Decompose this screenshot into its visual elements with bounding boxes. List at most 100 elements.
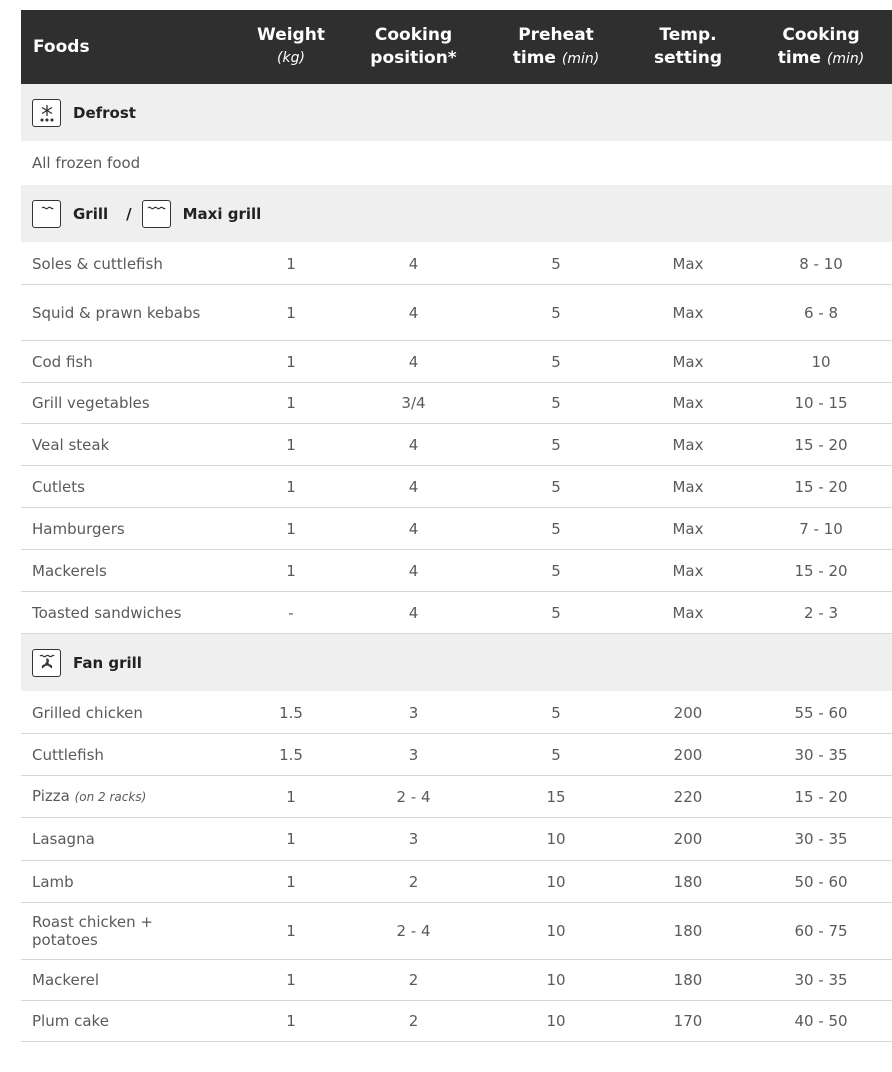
weight-cell-text: 1 (286, 303, 296, 322)
food-cell-text: Cod fish (32, 352, 93, 371)
time-cell-text: 15 - 20 (794, 477, 848, 496)
temp-cell-text: 180 (673, 971, 703, 989)
preheat-cell-text: 10 (546, 830, 566, 848)
position-cell: 2 (341, 971, 486, 989)
food-cell-text: Lamb (32, 872, 74, 891)
position-cell-text: 3 (408, 745, 419, 764)
weight-cell-text: 1 (286, 872, 296, 891)
time-cell: 30 - 35 (750, 830, 892, 848)
weight-cell: 1.5 (241, 746, 341, 764)
food-cell: Roast chicken + potatoes (21, 913, 241, 949)
preheat-cell: 5 (486, 304, 626, 322)
preheat-cell-text: 5 (551, 603, 561, 622)
position-cell: 4 (341, 436, 486, 454)
weight-cell: 1 (241, 830, 341, 848)
weight-cell-text: 1 (286, 830, 296, 848)
header-temp: Temp. setting (626, 24, 750, 70)
position-cell-text: 4 (408, 352, 419, 371)
weight-cell-text: - (288, 603, 294, 622)
position-cell-text: 4 (408, 254, 419, 273)
section-fan-grill: Fan grill (21, 634, 892, 692)
temp-cell-text: 200 (673, 745, 703, 764)
temp-cell: Max (626, 353, 750, 371)
time-cell: 40 - 50 (750, 1012, 892, 1030)
position-cell: 2 (341, 873, 486, 891)
temp-cell-text: 200 (673, 703, 703, 722)
position-cell-text: 2 (408, 872, 419, 891)
weight-cell: 1 (241, 353, 341, 371)
table-row: Lasagna 1 3 10 200 30 - 35 (21, 818, 892, 861)
time-cell-text: 40 - 50 (794, 1012, 848, 1030)
food-cell: Grilled chicken (21, 704, 241, 722)
food-cell-text: Hamburgers (32, 519, 125, 538)
section-defrost-title: Defrost (73, 103, 136, 122)
time-cell: 2 - 3 (750, 604, 892, 622)
temp-cell: 200 (626, 830, 750, 848)
food-cell: Hamburgers (21, 520, 241, 538)
temp-cell: Max (626, 562, 750, 580)
weight-cell: 1 (241, 971, 341, 989)
weight-cell-text: 1 (286, 352, 296, 371)
position-cell-text: 4 (408, 519, 419, 538)
temp-cell: 180 (626, 922, 750, 940)
header-time-line1: Cooking (782, 24, 860, 45)
temp-cell-text: Max (672, 394, 704, 412)
time-cell-text: 30 - 35 (794, 745, 848, 764)
table-row: Grilled chicken 1.5 3 5 200 55 - 60 (21, 692, 892, 734)
header-position-line2: position* (370, 48, 457, 68)
position-cell-text: 4 (408, 303, 419, 322)
position-cell: 4 (341, 304, 486, 322)
header-time: Cooking time (min) (750, 24, 892, 71)
table-row: Plum cake 1 2 10 170 40 - 50 (21, 1001, 892, 1042)
temp-cell-text: 180 (673, 872, 703, 891)
weight-cell-text: 1.5 (279, 745, 303, 764)
position-cell: 3 (341, 830, 486, 848)
time-cell: 55 - 60 (750, 704, 892, 722)
preheat-cell: 5 (486, 478, 626, 496)
temp-cell-text: Max (672, 519, 704, 538)
header-temp-line2: setting (654, 48, 722, 68)
preheat-cell-text: 5 (551, 477, 561, 496)
temp-cell-text: Max (672, 561, 704, 580)
food-cell-text: Lasagna (32, 830, 95, 848)
weight-cell: 1 (241, 255, 341, 273)
food-note: (on 2 racks) (74, 790, 147, 804)
time-cell: 7 - 10 (750, 520, 892, 538)
preheat-cell: 10 (486, 1012, 626, 1030)
header-position: Cooking position* (341, 24, 486, 70)
preheat-cell-text: 5 (551, 254, 561, 273)
temp-cell: Max (626, 304, 750, 322)
table-row: Cutlets 1 4 5 Max 15 - 20 (21, 466, 892, 508)
header-weight: Weight (kg) (241, 24, 341, 70)
weight-cell: 1 (241, 304, 341, 322)
header-foods-label: Foods (33, 36, 90, 57)
temp-cell: 180 (626, 971, 750, 989)
food-cell: Grill vegetables (21, 394, 241, 412)
temp-cell: Max (626, 520, 750, 538)
temp-cell: 170 (626, 1012, 750, 1030)
weight-cell: 1.5 (241, 704, 341, 722)
section-grill-separator: / (126, 204, 132, 223)
weight-cell-text: 1 (286, 477, 296, 496)
weight-cell-text: 1 (286, 787, 296, 806)
preheat-cell-text: 5 (551, 435, 561, 454)
preheat-cell: 5 (486, 604, 626, 622)
temp-cell-text: Max (672, 303, 704, 322)
header-weight-label: Weight (257, 25, 325, 45)
preheat-cell-text: 15 (546, 787, 566, 806)
position-cell-text: 3 (408, 703, 419, 722)
time-cell-text: 55 - 60 (794, 703, 848, 722)
food-cell: Cod fish (21, 353, 241, 371)
preheat-cell-text: 10 (546, 971, 566, 989)
defrost-note-text: All frozen food (32, 154, 141, 172)
temp-cell: 180 (626, 873, 750, 891)
position-cell: 4 (341, 478, 486, 496)
preheat-cell: 10 (486, 971, 626, 989)
temp-cell-text: 180 (673, 922, 703, 940)
weight-cell: 1 (241, 562, 341, 580)
time-cell: 15 - 20 (750, 562, 892, 580)
section-grill-title: Grill (73, 204, 109, 223)
food-cell: Cuttlefish (21, 746, 241, 764)
position-cell-text: 4 (408, 435, 419, 454)
preheat-cell: 5 (486, 562, 626, 580)
